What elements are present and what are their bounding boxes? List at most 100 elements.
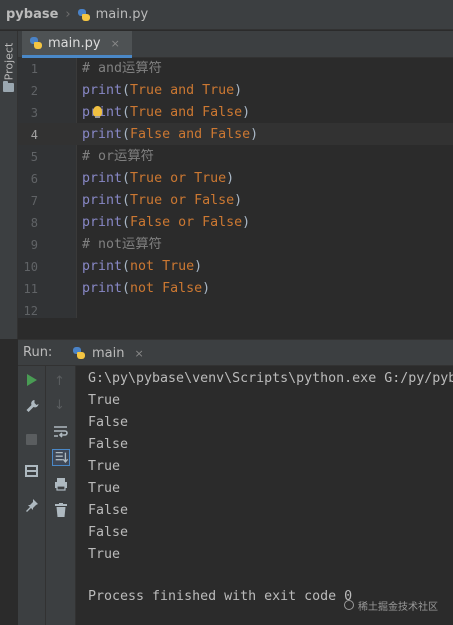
code-token: # not运算符 — [82, 237, 162, 252]
code-token: and — [178, 127, 203, 142]
code-token: True — [162, 259, 195, 274]
scroll-to-end-icon[interactable] — [52, 449, 70, 466]
python-run-icon — [72, 346, 86, 360]
code-line[interactable]: print(True and True) — [82, 80, 242, 102]
code-token: ( — [122, 215, 131, 230]
code-token: print — [82, 83, 123, 98]
code-token: not — [130, 281, 155, 296]
breadcrumb-file[interactable]: main.py — [96, 7, 149, 22]
line-number: 1 — [30, 62, 38, 76]
code-token: False — [162, 281, 203, 296]
project-tool-label: Project — [2, 42, 16, 81]
tab-label: main.py — [48, 35, 101, 51]
code-token: False — [210, 127, 251, 142]
console-output-line: True — [88, 547, 121, 562]
run-title: Run: — [23, 345, 53, 360]
line-number: 2 — [30, 84, 38, 98]
code-token: print — [82, 259, 123, 274]
code-token: print — [82, 281, 123, 296]
python-file-icon — [77, 8, 91, 22]
code-line[interactable]: print(not False) — [82, 278, 210, 300]
watermark-logo-icon — [344, 600, 354, 610]
line-number: 11 — [23, 282, 38, 296]
breadcrumb-project[interactable]: pybase — [6, 7, 58, 22]
pin-icon[interactable] — [25, 498, 39, 512]
code-token: ( — [122, 83, 131, 98]
folder-icon — [3, 81, 14, 92]
code-token: or — [178, 215, 195, 230]
code-token: True — [130, 171, 163, 186]
line-number: 3 — [30, 106, 38, 120]
console-output-line: False — [88, 503, 129, 518]
code-token: True — [130, 83, 163, 98]
tab-run-main[interactable]: main × — [66, 340, 156, 366]
project-tool-tab[interactable]: Project — [0, 31, 17, 103]
wrench-icon[interactable] — [25, 399, 39, 413]
line-number: 10 — [23, 260, 38, 274]
line-number: 12 — [23, 304, 38, 318]
code-line[interactable]: print(True and False) — [82, 102, 250, 124]
layout-icon[interactable] — [25, 465, 38, 477]
code-token: False — [130, 215, 171, 230]
console-output-line: False — [88, 437, 129, 452]
code-token: ( — [122, 105, 131, 120]
close-icon[interactable]: × — [111, 37, 120, 50]
code-line[interactable]: print(False or False) — [82, 212, 250, 234]
code-line[interactable]: print(not True) — [82, 256, 202, 278]
code-line[interactable]: # and运算符 — [82, 58, 162, 80]
code-token: print — [82, 193, 123, 208]
trash-icon[interactable] — [55, 503, 67, 517]
arrow-down-icon[interactable]: ↓ — [54, 398, 65, 413]
rerun-icon[interactable] — [27, 374, 37, 386]
code-token: print — [82, 127, 123, 142]
code-token: print — [82, 105, 123, 120]
watermark-text: 稀土掘金技术社区 — [358, 601, 438, 613]
line-number: 7 — [30, 194, 38, 208]
code-token: False — [130, 127, 171, 142]
code-token: False — [194, 193, 235, 208]
code-line[interactable]: print(True or False) — [82, 190, 242, 212]
code-line[interactable]: print(True or True) — [82, 168, 234, 190]
code-token: ) — [242, 105, 251, 120]
left-tool-strip: Project — [0, 31, 18, 339]
run-tab-label: main — [92, 345, 125, 361]
code-token: ( — [122, 127, 131, 142]
soft-wrap-icon[interactable] — [53, 425, 68, 439]
print-icon[interactable] — [54, 477, 68, 491]
line-number: 8 — [30, 216, 38, 230]
line-number: 4 — [30, 128, 38, 142]
code-token: ) — [202, 281, 211, 296]
stop-icon[interactable] — [26, 434, 37, 445]
navigation-bar: pybase › main.py — [0, 0, 453, 30]
tab-main-py[interactable]: main.py × — [22, 31, 132, 58]
code-token: ) — [234, 83, 243, 98]
console-output-line: True — [88, 481, 121, 496]
code-token: ) — [250, 127, 259, 142]
code-token: ( — [122, 193, 131, 208]
code-token: ) — [242, 215, 251, 230]
console-exit-message: Process finished with exit code 0 — [88, 589, 353, 604]
code-token: # or运算符 — [82, 149, 154, 164]
code-token: ( — [122, 171, 131, 186]
watermark: 稀土掘金技术社区 — [344, 596, 453, 614]
code-line[interactable]: # or运算符 — [82, 146, 154, 168]
lightbulb-icon[interactable] — [93, 106, 102, 118]
arrow-up-icon[interactable]: ↑ — [54, 374, 65, 389]
console-output-line: True — [88, 459, 121, 474]
code-token: True — [130, 105, 163, 120]
close-icon[interactable]: × — [134, 347, 143, 360]
code-line[interactable]: # not运算符 — [82, 234, 162, 256]
console-command: G:\py\pybase\venv\Scripts\python.exe G:/… — [88, 371, 453, 386]
line-number: 5 — [30, 150, 38, 164]
code-line[interactable]: print(False and False) — [82, 124, 258, 146]
